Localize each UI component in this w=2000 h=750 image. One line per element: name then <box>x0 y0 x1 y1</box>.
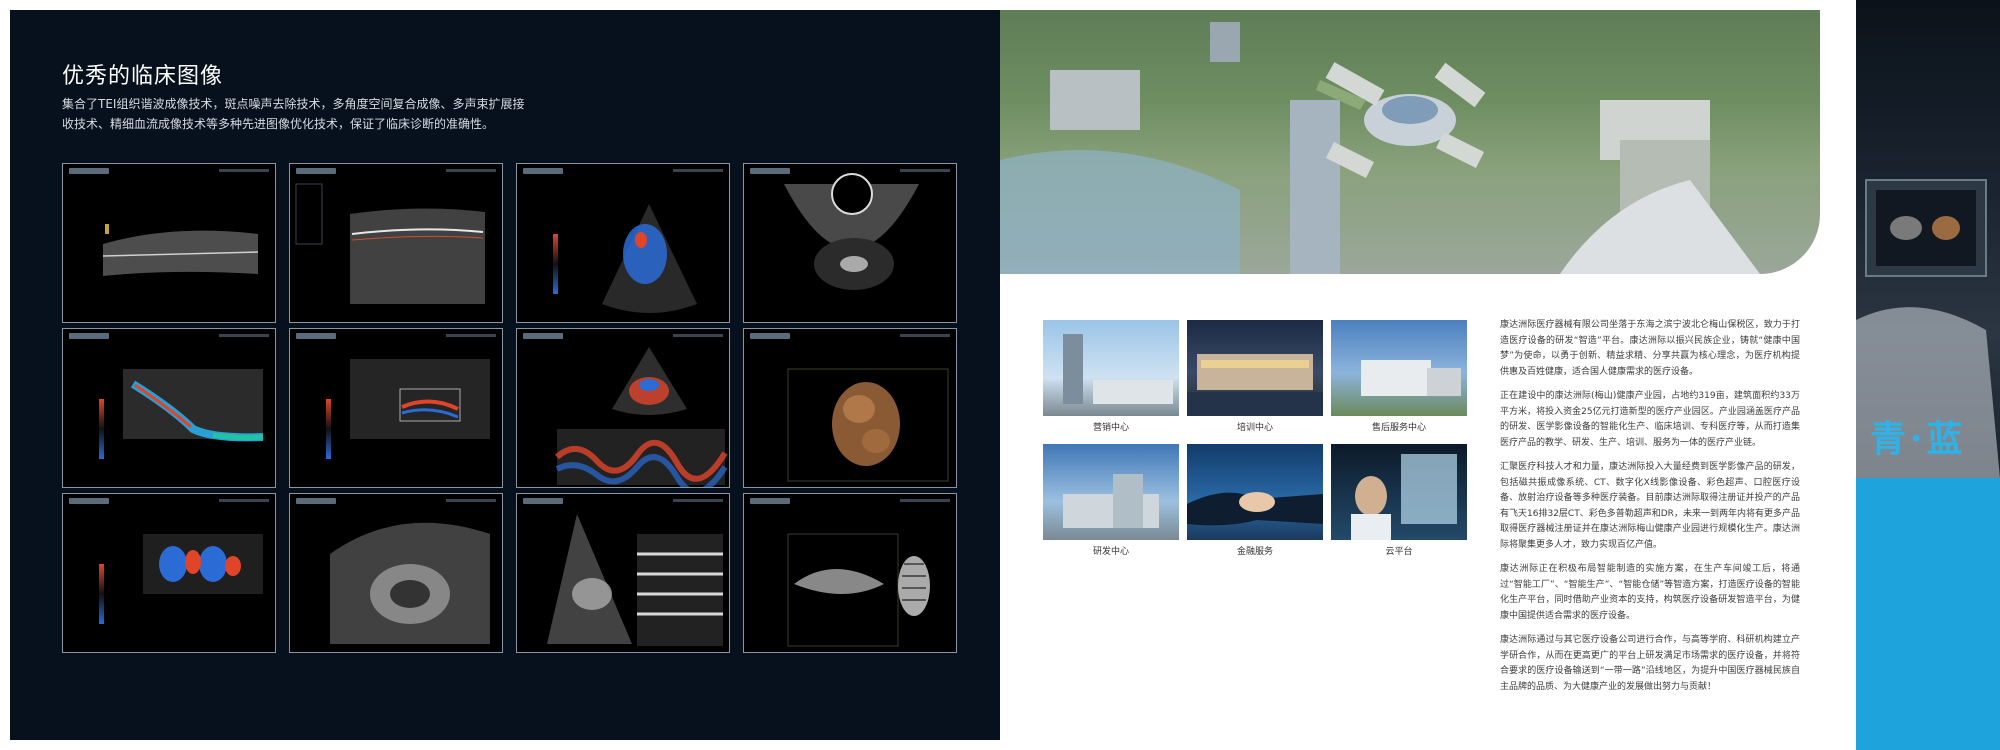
campus-aerial-photo <box>1000 10 1820 274</box>
ultrasound-scan-image <box>289 163 503 323</box>
photo-cloud-platform <box>1331 444 1467 540</box>
photo-financial-services <box>1187 444 1323 540</box>
ultrasound-scan-image <box>289 493 503 653</box>
paragraph: 康达洲际通过与其它医疗设备公司进行合作，与高等学府、科研机构建立产学研合作，从而… <box>1500 635 1800 692</box>
photo-training-center <box>1187 320 1323 416</box>
caption-rd-center: 研发中心 <box>1092 547 1129 557</box>
ultrasound-scan-image <box>289 328 503 488</box>
photo-after-sales-center <box>1331 320 1467 416</box>
caption-training-center: 培训中心 <box>1236 423 1273 433</box>
caption-financial-services: 金融服务 <box>1236 547 1273 557</box>
company-description: 康达洲际医疗器械有限公司坐落于东海之滨宁波北仑梅山保税区，致力于打造医疗设备的研… <box>1500 318 1800 704</box>
caption-cloud-platform: 云平台 <box>1385 547 1413 557</box>
paragraph: 汇聚医疗科技人才和力量，康达洲际投入大量经费到医学影像产品的研发，包括磁共振成像… <box>1500 462 1800 550</box>
caption-after-sales-center: 售后服务中心 <box>1371 423 1426 433</box>
ultrasound-scan-image <box>516 493 730 653</box>
ultrasound-scan-image <box>62 328 276 488</box>
description-line-2: 收技术、精细血流成像技术等多种先进图像优化技术，保证了临床诊断的准确性。 <box>62 117 495 131</box>
photo-rd-center <box>1043 444 1179 540</box>
paragraph: 正在建设中的康达洲际(梅山)健康产业园，占地约319亩，建筑面积约33万平方米，… <box>1500 391 1800 448</box>
ultrasound-scan-image <box>743 163 957 323</box>
brand-logo-text: 青·蓝 <box>1870 418 1967 460</box>
brand-color-block <box>1856 478 2000 750</box>
caption-marketing-center: 营销中心 <box>1092 423 1129 433</box>
ultrasound-scan-image <box>62 493 276 653</box>
ultrasound-scan-image <box>516 163 730 323</box>
page-title: 优秀的临床图像 <box>62 64 224 89</box>
ultrasound-scan-image <box>743 493 957 653</box>
ultrasound-device-photo <box>1856 0 2000 478</box>
paragraph: 康达洲际医疗器械有限公司坐落于东海之滨宁波北仑梅山保税区，致力于打造医疗设备的研… <box>1500 320 1800 377</box>
ultrasound-scan-image <box>743 328 957 488</box>
photo-marketing-center <box>1043 320 1179 416</box>
page-gutter <box>1820 0 1856 750</box>
paragraph: 康达洲际正在积极布局智能制造的实施方案，在生产车间竣工后，将通过“智能工厂”、“… <box>1500 564 1800 621</box>
page-description: 集合了TEI组织谐波成像技术，斑点噪声去除技术，多角度空间复合成像、多声束扩展接… <box>62 94 542 134</box>
ultrasound-scan-image <box>62 163 276 323</box>
description-line-1: 集合了TEI组织谐波成像技术，斑点噪声去除技术，多角度空间复合成像、多声束扩展接 <box>62 97 525 111</box>
ultrasound-scan-image <box>516 328 730 488</box>
